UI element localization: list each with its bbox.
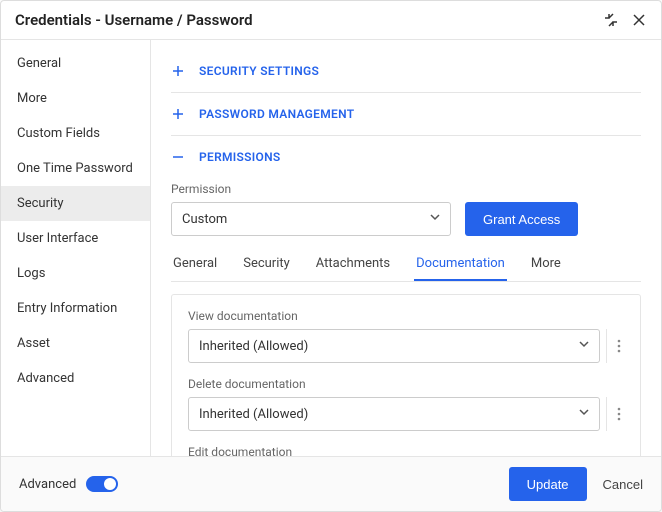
view-doc-menu[interactable] xyxy=(606,329,624,363)
cancel-button[interactable]: Cancel xyxy=(603,477,643,492)
view-doc-label: View documentation xyxy=(188,309,624,323)
delete-doc-value: Inherited (Allowed) xyxy=(199,407,308,422)
delete-doc-menu[interactable] xyxy=(606,397,624,431)
section-security-settings[interactable]: Security Settings xyxy=(171,50,641,92)
sidebar-item-entry-info[interactable]: Entry Information xyxy=(1,291,150,326)
tab-security[interactable]: Security xyxy=(241,248,292,281)
sidebar-item-custom-fields[interactable]: Custom Fields xyxy=(1,116,150,151)
tab-attachments[interactable]: Attachments xyxy=(314,248,392,281)
titlebar: Credentials - Username / Password xyxy=(1,1,661,40)
tab-more[interactable]: More xyxy=(529,248,563,281)
footer: Advanced Update Cancel xyxy=(1,456,661,511)
section-title: Security Settings xyxy=(199,64,319,78)
credentials-dialog: Credentials - Username / Password Genera… xyxy=(0,0,662,512)
sidebar-item-general[interactable]: General xyxy=(1,46,150,81)
minimize-icon[interactable] xyxy=(603,12,619,28)
delete-doc-select[interactable]: Inherited (Allowed) xyxy=(188,397,600,431)
section-password-management[interactable]: Password Management xyxy=(171,93,641,135)
sidebar-item-security[interactable]: Security xyxy=(1,186,150,221)
sidebar-item-advanced[interactable]: Advanced xyxy=(1,361,150,396)
plus-icon xyxy=(171,108,185,120)
tab-general[interactable]: General xyxy=(171,248,219,281)
sidebar-item-ui[interactable]: User Interface xyxy=(1,221,150,256)
section-permissions[interactable]: Permissions xyxy=(171,136,641,178)
view-doc-select[interactable]: Inherited (Allowed) xyxy=(188,329,600,363)
grant-access-button[interactable]: Grant Access xyxy=(465,202,578,236)
permission-tabs: General Security Attachments Documentati… xyxy=(171,248,641,282)
update-button[interactable]: Update xyxy=(509,467,587,501)
sidebar-item-more[interactable]: More xyxy=(1,81,150,116)
sidebar-item-otp[interactable]: One Time Password xyxy=(1,151,150,186)
permission-value: Custom xyxy=(182,212,227,227)
view-doc-value: Inherited (Allowed) xyxy=(199,339,308,354)
dialog-title: Credentials - Username / Password xyxy=(15,11,253,29)
edit-doc-label: Edit documentation xyxy=(188,445,624,456)
delete-doc-label: Delete documentation xyxy=(188,377,624,391)
permission-label: Permission xyxy=(171,182,641,196)
sidebar-item-asset[interactable]: Asset xyxy=(1,326,150,361)
section-title: Password Management xyxy=(199,107,354,121)
permissions-box: View documentation Inherited (Allowed) xyxy=(171,294,641,456)
permission-select[interactable]: Custom xyxy=(171,202,451,236)
advanced-label: Advanced xyxy=(19,477,76,492)
tab-documentation[interactable]: Documentation xyxy=(414,248,507,281)
main-panel: Security Settings Password Management Pe… xyxy=(151,40,661,456)
plus-icon xyxy=(171,65,185,77)
section-title: Permissions xyxy=(199,150,281,164)
sidebar-item-logs[interactable]: Logs xyxy=(1,256,150,291)
sidebar: General More Custom Fields One Time Pass… xyxy=(1,40,151,456)
close-icon[interactable] xyxy=(631,12,647,28)
advanced-toggle[interactable] xyxy=(86,476,118,492)
minus-icon xyxy=(171,151,185,163)
